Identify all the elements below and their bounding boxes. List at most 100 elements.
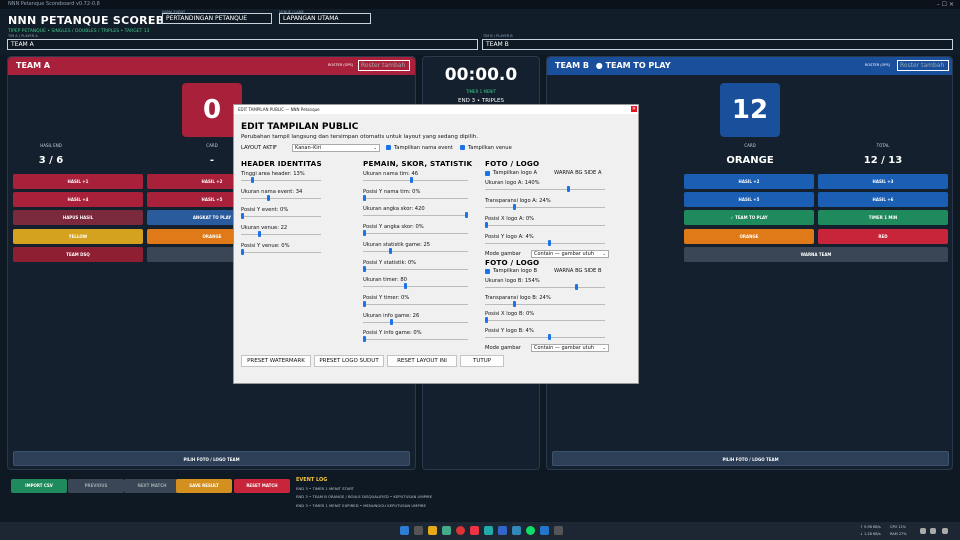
app-icon[interactable]: [498, 526, 507, 535]
slider-thumb[interactable]: [548, 333, 552, 340]
slider-thumb[interactable]: [251, 177, 254, 183]
team-b-roster-input[interactable]: Roster tambah: [897, 60, 949, 71]
slider-track[interactable]: [363, 321, 468, 323]
show-logo-b-checkbox[interactable]: [485, 269, 490, 274]
windows-start-icon[interactable]: [400, 526, 409, 535]
slider-track[interactable]: [363, 250, 468, 252]
team-a-yellow-button[interactable]: YELLOW: [13, 229, 143, 244]
slider-track[interactable]: [485, 287, 605, 288]
slider-thumb[interactable]: [409, 177, 413, 183]
team-b-hasil-2-button[interactable]: HASIL +2: [684, 174, 814, 189]
show-logo-a-checkbox[interactable]: [485, 171, 490, 176]
dialog-close-icon[interactable]: ✕: [631, 106, 637, 112]
volume-icon[interactable]: [930, 528, 936, 534]
slider-thumb[interactable]: [575, 284, 579, 290]
slider-track[interactable]: [363, 180, 468, 181]
venue-field[interactable]: LAPANGAN UTAMA: [279, 13, 371, 24]
app-icon[interactable]: [540, 526, 549, 535]
slider-thumb[interactable]: [548, 240, 552, 246]
team-b-timer-button[interactable]: TIMER 1 MIN: [818, 210, 948, 225]
battery-icon[interactable]: [942, 528, 948, 534]
mode-gambar-a-select[interactable]: Contain — gambar utuh ⌄: [531, 250, 609, 258]
slider-track[interactable]: [241, 252, 321, 253]
app-icon[interactable]: [470, 526, 479, 535]
app-icon[interactable]: [442, 526, 451, 535]
slider-thumb[interactable]: [485, 222, 488, 228]
team-b-hasil-3-button[interactable]: HASIL +3: [818, 174, 948, 189]
browser-icon[interactable]: [456, 526, 465, 535]
slider-track[interactable]: [241, 216, 321, 217]
app-icon[interactable]: [512, 526, 521, 535]
show-venue-checkbox[interactable]: [460, 145, 465, 150]
team-b-warna-button[interactable]: WARNA TEAM: [684, 247, 948, 262]
team-a-hasil-4-button[interactable]: HASIL +4: [13, 192, 143, 207]
previous-button[interactable]: PREVIOUS: [68, 479, 124, 493]
slider-thumb[interactable]: [257, 231, 261, 237]
slider-thumb[interactable]: [389, 318, 393, 325]
team-a-name-field[interactable]: TEAM A: [7, 39, 478, 50]
slider-track[interactable]: [241, 234, 321, 235]
app-icon[interactable]: [484, 526, 493, 535]
slider-track[interactable]: [485, 336, 605, 338]
team-b-hasil-6-button[interactable]: HASIL +6: [818, 192, 948, 207]
import-csv-button[interactable]: IMPORT CSV: [11, 479, 67, 493]
save-result-button[interactable]: SAVE RESULT: [176, 479, 232, 493]
file-explorer-icon[interactable]: [428, 526, 437, 535]
slider-thumb[interactable]: [465, 212, 468, 219]
app-icon[interactable]: [526, 526, 535, 535]
slider-thumb[interactable]: [388, 247, 392, 254]
team-b-name-field[interactable]: TEAM B: [482, 39, 953, 50]
team-b-hasil-5-button[interactable]: HASIL +5: [684, 192, 814, 207]
slider-thumb[interactable]: [403, 283, 407, 290]
team-b-orange-button[interactable]: ORANGE: [684, 229, 814, 244]
mode-gambar-b-select[interactable]: Contain — gambar utuh ⌄: [531, 344, 609, 352]
preset-watermark-button[interactable]: PRESET WATERMARK: [241, 355, 311, 367]
slider-thumb[interactable]: [363, 230, 366, 237]
slider-thumb[interactable]: [363, 194, 366, 201]
slider-track[interactable]: [485, 225, 605, 226]
slider-track[interactable]: [485, 320, 605, 321]
slider-track[interactable]: [485, 207, 605, 208]
slider-track[interactable]: [363, 215, 468, 217]
slider-thumb[interactable]: [513, 204, 517, 210]
show-event-checkbox[interactable]: [386, 145, 391, 150]
team-b-red-button[interactable]: RED: [818, 229, 948, 244]
slider-thumb[interactable]: [241, 213, 244, 219]
slider-track[interactable]: [363, 339, 468, 341]
slider-thumb[interactable]: [485, 317, 488, 323]
preset-logo-sudut-button[interactable]: PRESET LOGO SUDUT: [314, 355, 384, 367]
wifi-icon[interactable]: [920, 528, 926, 534]
slider-track[interactable]: [485, 303, 605, 305]
team-a-hapus-hasil-button[interactable]: HAPUS HASIL: [13, 210, 143, 225]
slider-thumb[interactable]: [566, 186, 570, 192]
team-b-to-play-button[interactable]: ✓ TEAM TO PLAY: [684, 210, 814, 225]
reset-match-button[interactable]: RESET MATCH: [234, 479, 290, 493]
slider-track[interactable]: [241, 198, 321, 199]
slider-thumb[interactable]: [363, 300, 366, 307]
slider-thumb[interactable]: [363, 336, 366, 343]
slider-thumb[interactable]: [241, 249, 244, 255]
team-a-hasil-1-button[interactable]: HASIL +1: [13, 174, 143, 189]
window-controls[interactable]: – ☐ ✕: [937, 0, 954, 9]
team-a-dsq-button[interactable]: TEAM DSQ: [13, 247, 143, 262]
event-name-field[interactable]: PERTANDINGAN PETANQUE: [162, 13, 272, 24]
slider-thumb[interactable]: [267, 195, 271, 201]
slider-thumb[interactable]: [513, 300, 517, 307]
next-match-button[interactable]: NEXT MATCH: [124, 479, 180, 493]
slider-track[interactable]: [363, 303, 468, 305]
slider-track[interactable]: [363, 286, 468, 288]
slider-track[interactable]: [485, 243, 605, 244]
team-a-roster-input[interactable]: Roster tambah: [358, 60, 410, 71]
slider-track[interactable]: [363, 197, 468, 199]
team-a-photo-button[interactable]: PILIH FOTO / LOGO TEAM: [13, 451, 410, 466]
slider-track[interactable]: [485, 189, 605, 190]
slider-thumb[interactable]: [363, 265, 366, 272]
search-icon[interactable]: [414, 526, 423, 535]
reset-layout-button[interactable]: RESET LAYOUT INI: [387, 355, 457, 367]
tutup-button[interactable]: TUTUP: [460, 355, 504, 367]
layout-select[interactable]: Kanan–Kiri ⌄: [292, 144, 380, 152]
slider-track[interactable]: [363, 268, 468, 270]
slider-track[interactable]: [363, 233, 468, 235]
team-b-photo-button[interactable]: PILIH FOTO / LOGO TEAM: [552, 451, 949, 466]
app-icon[interactable]: [554, 526, 563, 535]
